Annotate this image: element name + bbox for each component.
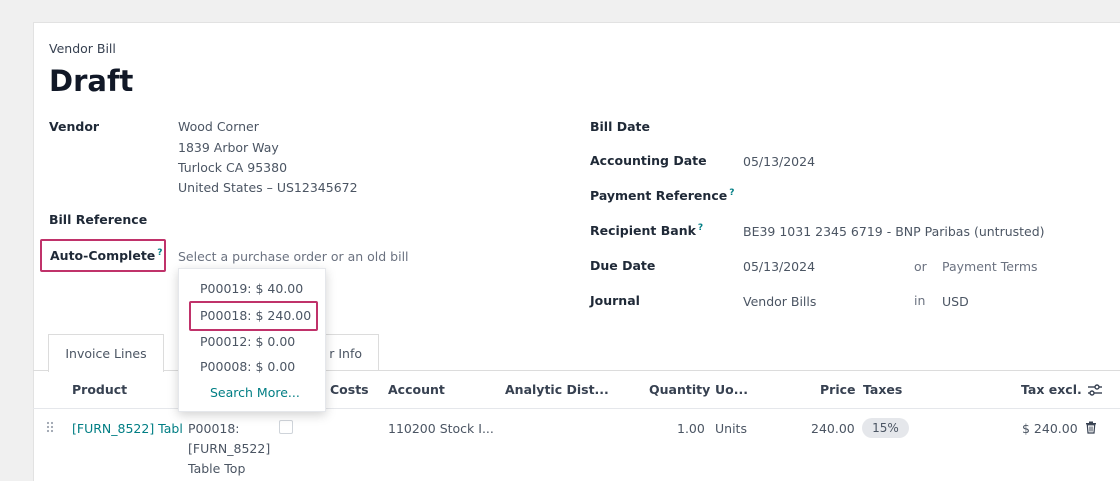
col-costs[interactable]: Costs xyxy=(330,382,369,397)
row-quantity[interactable]: 1.00 xyxy=(677,421,705,436)
tab-other-info-label: r Info xyxy=(329,345,362,361)
dropdown-option[interactable]: P00012: $ 0.00 xyxy=(200,334,295,349)
currency-field[interactable]: USD xyxy=(942,294,969,309)
row-label-line[interactable]: [FURN_8522] xyxy=(188,441,270,456)
due-date-label: Due Date xyxy=(590,258,656,273)
due-date-field[interactable]: 05/13/2024 xyxy=(743,259,815,274)
status-title: Draft xyxy=(49,64,134,98)
auto-complete-input[interactable]: Select a purchase order or an old bill xyxy=(178,249,409,264)
payment-terms-field[interactable]: Payment Terms xyxy=(942,259,1038,274)
recipient-bank-label: Recipient Bank? xyxy=(590,223,704,239)
accounting-date-field[interactable]: 05/13/2024 xyxy=(743,154,815,169)
row-label-line[interactable]: Table Top xyxy=(188,461,245,476)
col-account[interactable]: Account xyxy=(388,382,445,397)
dropdown-option[interactable]: P00008: $ 0.00 xyxy=(200,359,295,374)
drag-handle-icon[interactable] xyxy=(46,421,54,437)
col-quantity[interactable]: Quantity xyxy=(649,382,710,397)
col-price[interactable]: Price xyxy=(820,382,856,397)
bill-date-label: Bill Date xyxy=(590,119,650,134)
row-label-line[interactable]: P00018: xyxy=(188,421,240,436)
auto-complete-label: Auto-Complete? xyxy=(50,248,163,264)
document-type: Vendor Bill xyxy=(49,41,116,56)
auto-complete-dropdown: P00019: $ 40.00 P00018: $ 240.00 P00012:… xyxy=(178,268,326,412)
dropdown-option[interactable]: P00019: $ 40.00 xyxy=(200,281,303,296)
recipient-bank-field[interactable]: BE39 1031 2345 6719 - BNP Paribas (untru… xyxy=(743,224,1045,239)
bill-reference-label: Bill Reference xyxy=(49,212,148,227)
help-icon[interactable]: ? xyxy=(729,188,734,198)
row-uom[interactable]: Units xyxy=(715,421,747,436)
journal-in-text: in xyxy=(914,293,926,308)
journal-field[interactable]: Vendor Bills xyxy=(743,294,816,309)
accounting-date-label: Accounting Date xyxy=(590,153,707,168)
payment-reference-label: Payment Reference? xyxy=(590,188,735,204)
tax-badge[interactable]: 15% xyxy=(862,418,909,438)
selected-option-highlight xyxy=(189,301,318,331)
col-uom[interactable]: Uo... xyxy=(715,382,748,397)
landed-costs-checkbox[interactable] xyxy=(279,420,293,434)
col-tax-excl[interactable]: Tax excl. xyxy=(1021,382,1082,397)
trash-icon[interactable] xyxy=(1085,421,1097,438)
help-icon[interactable]: ? xyxy=(698,223,703,233)
journal-label: Journal xyxy=(590,293,640,308)
col-product[interactable]: Product xyxy=(72,382,127,397)
due-or-text: or xyxy=(914,259,927,274)
col-taxes[interactable]: Taxes xyxy=(863,382,902,397)
row-account[interactable]: 110200 Stock I... xyxy=(388,421,494,436)
vendor-address-line: 1839 Arbor Way xyxy=(178,140,279,155)
vendor-address-line: United States – US12345672 xyxy=(178,180,358,195)
vendor-label: Vendor xyxy=(49,119,100,134)
vendor-name[interactable]: Wood Corner xyxy=(178,119,259,134)
row-subtotal: $ 240.00 xyxy=(1022,421,1078,436)
column-settings-icon[interactable] xyxy=(1087,383,1103,401)
col-analytic[interactable]: Analytic Dist... xyxy=(505,382,609,397)
row-product[interactable]: [FURN_8522] Tabl xyxy=(72,421,183,436)
row-price[interactable]: 240.00 xyxy=(811,421,855,436)
tab-invoice-lines[interactable]: Invoice Lines xyxy=(48,334,164,372)
vendor-address-line: Turlock CA 95380 xyxy=(178,160,288,175)
help-icon[interactable]: ? xyxy=(157,248,162,258)
search-more-link[interactable]: Search More... xyxy=(210,385,300,400)
